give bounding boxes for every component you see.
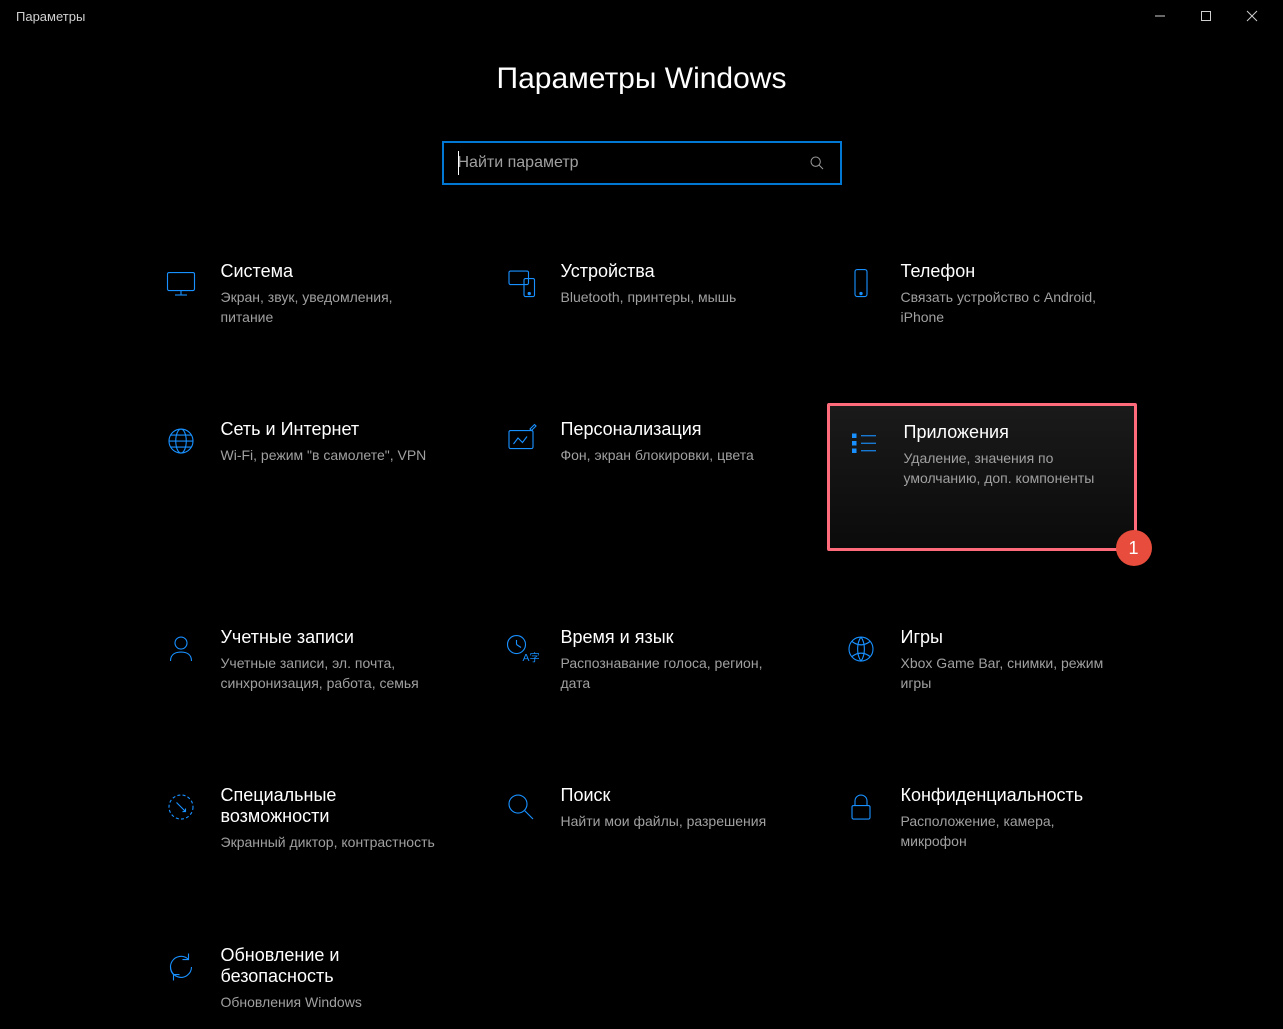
tile-search[interactable]: Поиск Найти мои файлы, разрешения — [487, 769, 797, 869]
tile-accounts[interactable]: Учетные записи Учетные записи, эл. почта… — [147, 611, 457, 709]
svg-text:A字: A字 — [522, 651, 539, 664]
tile-desc: Распознавание голоса, регион, дата — [561, 654, 783, 693]
search-box[interactable] — [442, 141, 842, 185]
tile-phone[interactable]: Телефон Связать устройство с Android, iP… — [827, 245, 1137, 343]
tile-desc: Расположение, камера, микрофон — [901, 812, 1123, 851]
tile-desc: Xbox Game Bar, снимки, режим игры — [901, 654, 1123, 693]
lock-icon — [841, 787, 881, 827]
tile-time-language[interactable]: A字 Время и язык Распознавание голоса, ре… — [487, 611, 797, 709]
tile-desc: Найти мои файлы, разрешения — [561, 812, 783, 832]
tile-title: Приложения — [904, 422, 1120, 443]
tile-title: Специальные возможности — [221, 785, 443, 827]
minimize-button[interactable] — [1137, 0, 1183, 32]
tile-title: Время и язык — [561, 627, 783, 648]
time-language-icon: A字 — [501, 629, 541, 669]
tile-title: Сеть и Интернет — [221, 419, 443, 440]
tile-title: Персонализация — [561, 419, 783, 440]
tile-privacy[interactable]: Конфиденциальность Расположение, камера,… — [827, 769, 1137, 869]
gaming-icon — [841, 629, 881, 669]
apps-icon — [844, 424, 884, 464]
accessibility-icon — [161, 787, 201, 827]
tile-desc: Wi-Fi, режим "в самолете", VPN — [221, 446, 443, 466]
phone-icon — [841, 263, 881, 303]
tile-network[interactable]: Сеть и Интернет Wi-Fi, режим "в самолете… — [147, 403, 457, 551]
search-container — [0, 141, 1283, 185]
tile-desc: Фон, экран блокировки, цвета — [561, 446, 783, 466]
maximize-button[interactable] — [1183, 0, 1229, 32]
display-icon — [161, 263, 201, 303]
tile-title: Конфиденциальность — [901, 785, 1123, 806]
window-title: Параметры — [8, 9, 85, 24]
tile-title: Обновление и безопасность — [221, 945, 443, 987]
close-button[interactable] — [1229, 0, 1275, 32]
personalization-icon — [501, 421, 541, 461]
tile-accessibility[interactable]: Специальные возможности Экранный диктор,… — [147, 769, 457, 869]
search-category-icon — [501, 787, 541, 827]
tile-update[interactable]: Обновление и безопасность Обновления Win… — [147, 929, 457, 1029]
tile-desc: Экранный диктор, контрастность — [221, 833, 443, 853]
tile-title: Учетные записи — [221, 627, 443, 648]
search-icon — [808, 154, 826, 172]
tile-title: Игры — [901, 627, 1123, 648]
tile-desc: Bluetooth, принтеры, мышь — [561, 288, 783, 308]
tile-desc: Удаление, значения по умолчанию, доп. ко… — [904, 449, 1120, 488]
tile-title: Система — [221, 261, 443, 282]
tile-personalization[interactable]: Персонализация Фон, экран блокировки, цв… — [487, 403, 797, 551]
settings-grid: Система Экран, звук, уведомления, питани… — [147, 245, 1137, 1029]
tile-desc: Связать устройство с Android, iPhone — [901, 288, 1123, 327]
tile-apps[interactable]: Приложения Удаление, значения по умолчан… — [827, 403, 1137, 551]
tile-system[interactable]: Система Экран, звук, уведомления, питани… — [147, 245, 457, 343]
search-input[interactable] — [458, 154, 808, 172]
tile-gaming[interactable]: Игры Xbox Game Bar, снимки, режим игры — [827, 611, 1137, 709]
tile-title: Телефон — [901, 261, 1123, 282]
account-icon — [161, 629, 201, 669]
titlebar: Параметры — [0, 0, 1283, 32]
update-icon — [161, 947, 201, 987]
devices-icon — [501, 263, 541, 303]
tile-desc: Учетные записи, эл. почта, синхронизация… — [221, 654, 443, 693]
callout-badge: 1 — [1116, 530, 1152, 566]
content-area: Параметры Windows Система Экран, звук, у… — [0, 32, 1283, 1029]
tile-title: Устройства — [561, 261, 783, 282]
window-controls — [1137, 0, 1275, 32]
tile-desc: Экран, звук, уведомления, питание — [221, 288, 443, 327]
page-title: Параметры Windows — [0, 62, 1283, 96]
tile-devices[interactable]: Устройства Bluetooth, принтеры, мышь — [487, 245, 797, 343]
text-caret — [458, 151, 459, 175]
tile-title: Поиск — [561, 785, 783, 806]
globe-icon — [161, 421, 201, 461]
